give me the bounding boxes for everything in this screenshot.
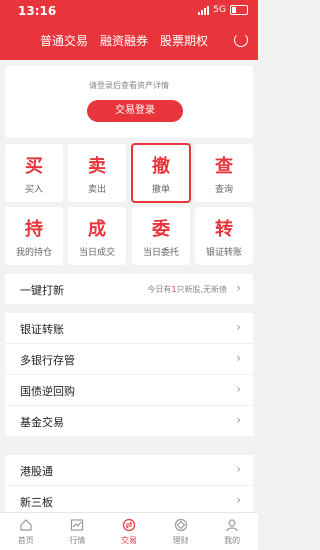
login-card: 请登录后查看资产详情 交易登录 xyxy=(5,66,253,138)
bottom-tab-bar: 首页 行情 交易 理财 我的 xyxy=(0,512,258,550)
list-item-hk-connect[interactable]: 港股通 › xyxy=(5,455,253,486)
list-item-reverse-repo[interactable]: 国债逆回购 › xyxy=(5,375,253,406)
ipo-section: 一键打新 今日有1只新股,无新债 › xyxy=(5,274,253,304)
chevron-right-icon: › xyxy=(236,382,241,396)
status-bar: 13:16 5G xyxy=(0,0,258,22)
tab-margin-trade[interactable]: 融资融券 xyxy=(100,32,148,49)
chevron-right-icon: › xyxy=(236,413,241,427)
buy-glyph: 买 xyxy=(25,156,43,177)
list-label: 新三板 xyxy=(20,496,53,509)
chevron-right-icon: › xyxy=(236,493,241,507)
transfer-glyph: 转 xyxy=(215,219,233,240)
signal-icon xyxy=(198,5,210,15)
chevron-right-icon: › xyxy=(236,351,241,365)
list-label: 银证转账 xyxy=(20,323,64,336)
positions-button[interactable]: 持 我的持仓 xyxy=(5,207,63,265)
tab-label: 交易 xyxy=(120,536,137,545)
cancel-label: 撤单 xyxy=(151,185,170,195)
list-label: 多银行存管 xyxy=(20,354,75,367)
tab-me[interactable]: 我的 xyxy=(206,513,258,550)
one-click-ipo-row[interactable]: 一键打新 今日有1只新股,无新债 › xyxy=(5,274,253,304)
ipo-note: 今日有1只新股,无新债 xyxy=(147,285,227,294)
tab-quotes[interactable]: 行情 xyxy=(52,513,104,550)
service-list: 银证转账 › 多银行存管 › 国债逆回购 › 基金交易 › xyxy=(5,313,253,436)
list-label: 港股通 xyxy=(20,465,53,478)
sell-label: 卖出 xyxy=(87,185,106,195)
tab-normal-trade[interactable]: 普通交易 xyxy=(40,32,88,49)
tab-label: 理财 xyxy=(172,536,189,545)
tab-stock-options[interactable]: 股票期权 xyxy=(160,32,208,49)
query-button[interactable]: 查 查询 xyxy=(195,144,253,202)
trade-icon xyxy=(122,518,136,532)
query-glyph: 查 xyxy=(215,156,233,177)
deals-label: 当日成交 xyxy=(78,248,115,258)
battery-icon xyxy=(230,5,248,15)
cancel-glyph: 撤 xyxy=(152,156,170,177)
tab-home[interactable]: 首页 xyxy=(0,513,52,550)
header: 普通交易 融资融券 股票期权 xyxy=(0,22,258,60)
list-label: 基金交易 xyxy=(20,416,64,429)
buy-label: 买入 xyxy=(24,185,43,195)
cancel-order-button[interactable]: 撤 撤单 xyxy=(131,143,191,203)
chevron-right-icon: › xyxy=(236,320,241,334)
wealth-icon xyxy=(174,518,187,532)
refresh-icon[interactable] xyxy=(234,33,248,47)
transfer-label: 银证转账 xyxy=(205,248,242,258)
query-label: 查询 xyxy=(214,185,233,195)
tab-label: 我的 xyxy=(224,536,241,545)
list-item-fund-trading[interactable]: 基金交易 › xyxy=(5,406,253,436)
ipo-label: 一键打新 xyxy=(20,284,64,297)
tab-label: 行情 xyxy=(69,536,86,545)
tab-wealth[interactable]: 理财 xyxy=(155,513,207,550)
home-icon xyxy=(20,519,32,531)
chevron-right-icon: › xyxy=(236,281,241,295)
chart-icon xyxy=(71,519,84,531)
tab-trade[interactable]: 交易 xyxy=(103,513,155,550)
today-deals-button[interactable]: 成 当日成交 xyxy=(68,207,126,265)
list-item-multi-bank[interactable]: 多银行存管 › xyxy=(5,344,253,375)
today-orders-button[interactable]: 委 当日委托 xyxy=(132,207,190,265)
orders-glyph: 委 xyxy=(152,219,170,240)
positions-label: 我的持仓 xyxy=(15,248,52,258)
bank-transfer-button[interactable]: 转 银证转账 xyxy=(195,207,253,265)
clock: 13:16 xyxy=(18,4,57,18)
chevron-right-icon: › xyxy=(236,462,241,476)
sell-glyph: 卖 xyxy=(88,156,106,177)
user-icon xyxy=(226,519,238,532)
deals-glyph: 成 xyxy=(88,219,106,240)
tab-label: 首页 xyxy=(17,536,34,545)
network-label: 5G xyxy=(213,5,226,15)
trade-login-button[interactable]: 交易登录 xyxy=(87,100,183,122)
orders-label: 当日委托 xyxy=(142,248,179,258)
sell-button[interactable]: 卖 卖出 xyxy=(68,144,126,202)
positions-glyph: 持 xyxy=(25,219,43,240)
market-list: 港股通 › 新三板 › xyxy=(5,455,253,516)
buy-button[interactable]: 买 买入 xyxy=(5,144,63,202)
login-tip: 请登录后查看资产详情 xyxy=(89,81,169,90)
list-item-bank-transfer[interactable]: 银证转账 › xyxy=(5,313,253,344)
list-label: 国债逆回购 xyxy=(20,385,75,398)
